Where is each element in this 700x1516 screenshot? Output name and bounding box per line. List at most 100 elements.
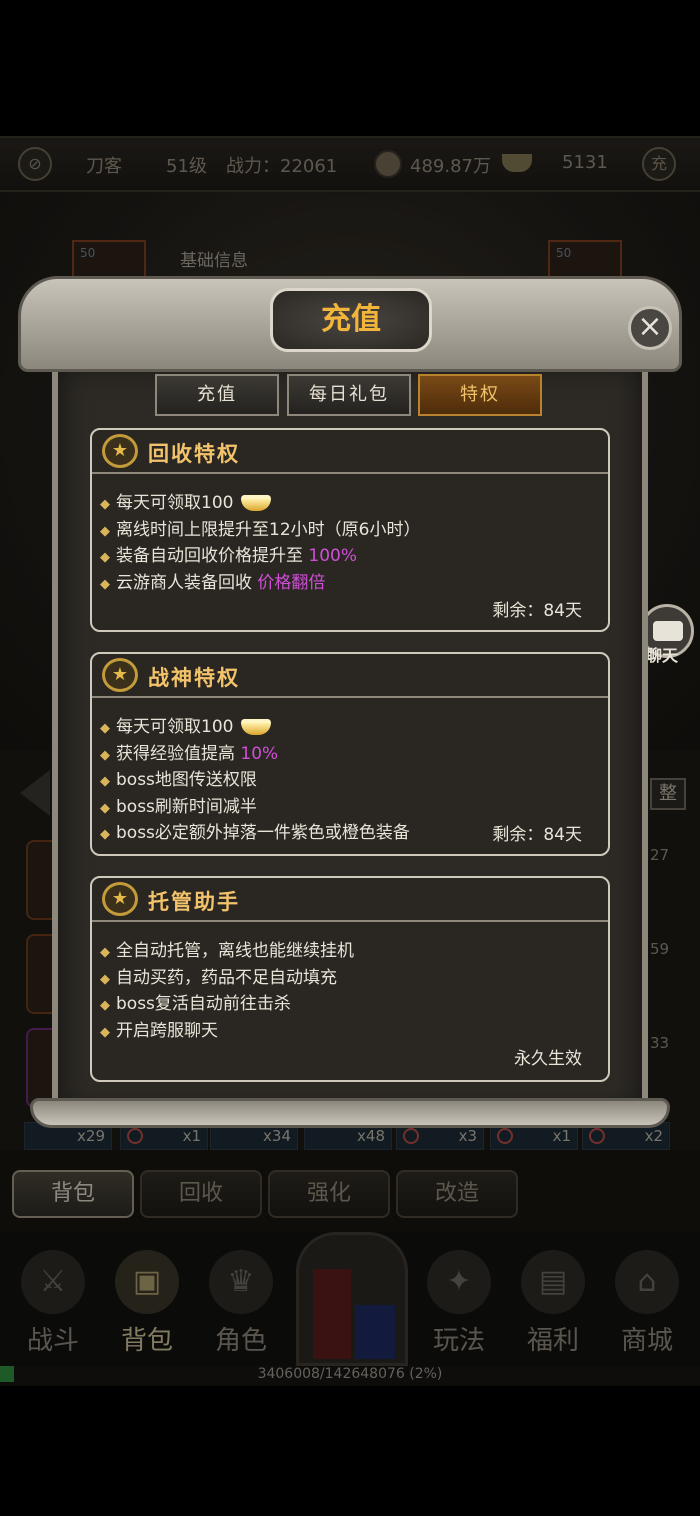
benefit-line: ◆ boss刷新时间减半 [100,792,410,819]
tab-modify[interactable]: 改造 [396,1170,518,1218]
top-status-bar: ⊘ 刀客 51级 战力：22061 489.87万 5131 充 [0,136,700,192]
diamond-bullet-icon: ◆ [100,497,110,512]
nav-battle[interactable]: ⚔ 战斗 [8,1250,98,1360]
nav-label: 背包 [120,1326,173,1356]
experience-bar: 3406008/142648076 (2%) [0,1366,700,1382]
equip-slot-level: 50 [556,246,572,260]
benefit-highlight: 100% [308,546,358,566]
benefit-line: ◆ boss地图传送权限 [100,765,410,792]
card-title: 战神特权 [148,665,240,690]
gate-red-door [313,1269,351,1359]
gate-blue-door [355,1305,395,1359]
portal-gate-button[interactable] [296,1232,408,1366]
privilege-card-auto-assistant: ★ 托管助手 ◆ 全自动托管，离线也能继续挂机 ◆ 自动买药，药品不足自动填充 ◆ b… [90,876,610,1082]
nav-label: 商城 [620,1326,673,1356]
diamond-bullet-icon: ◆ [100,971,110,987]
nav-label: 角色 [214,1326,267,1356]
diamond-bullet-icon: ◆ [100,523,110,539]
locked-icon [403,1128,419,1144]
bag-item-count: 27 [650,846,670,864]
chat-bubble-icon [653,621,683,641]
benefit-line: ◆ 开启跨服聊天 [100,1016,354,1043]
card-header: ★ 回收特权 [92,430,608,474]
card-lines: ◆ 每天可领取100 ◆ 获得经验值提高 10% ◆ boss地图传送权限 ◆ boss… [100,712,410,845]
combat-power: 战力：22061 [226,156,338,177]
nav-label: 福利 [526,1326,579,1356]
player-level: 51级 [166,156,207,177]
tab-daily-gift[interactable]: 每日礼包 [287,374,411,416]
diamond-bullet-icon: ◆ [100,747,110,763]
gold-amount: 5131 [562,152,608,173]
card-lines: ◆ 全自动托管，离线也能继续挂机 ◆ 自动买药，药品不足自动填充 ◆ boss复活自动… [100,936,354,1042]
diamond-bullet-icon: ◆ [100,945,110,960]
benefit-text: 装备自动回收价格提升至 [116,546,309,566]
benefit-line: ◆ 装备自动回收价格提升至 100% [100,541,420,568]
benefit-line: ◆ 获得经验值提高 10% [100,739,410,766]
item-count: x1 [182,1127,201,1145]
nav-bag[interactable]: ▣ 背包 [102,1250,192,1360]
item-count: x34 [263,1127,291,1145]
benefit-text: boss复活自动前往击杀 [116,994,291,1014]
benefit-line: ◆ boss复活自动前往击杀 [100,989,354,1016]
nav-gameplay[interactable]: ✦ 玩法 [414,1250,504,1360]
copper-coin-icon [374,150,402,178]
card-header: ★ 战神特权 [92,654,608,698]
benefit-line: ◆ 云游商人装备回收 价格翻倍 [100,568,420,595]
privilege-card-recycle: ★ 回收特权 ◆ 每天可领取100 ◆ 离线时间上限提升至12小时（原6小时） ◆ 装… [90,428,610,632]
remaining-days: 永久生效 [514,1049,582,1069]
nav-welfare[interactable]: ▤ 福利 [508,1250,598,1360]
privilege-card-war-god: ★ 战神特权 ◆ 每天可领取100 ◆ 获得经验值提高 10% ◆ boss地图传送权… [90,652,610,856]
benefit-line: ◆ boss必定额外掉落一件紫色或橙色装备 [100,818,410,845]
settings-icon[interactable]: ⊘ [18,147,52,181]
benefit-text: 全自动托管，离线也能继续挂机 [116,941,354,961]
tab-recycle[interactable]: 回收 [140,1170,262,1218]
remaining-days: 剩余：84天 [492,825,582,845]
tab-bag[interactable]: 背包 [12,1170,134,1218]
bag-item-count: 33 [650,1034,670,1052]
benefit-text: 开启跨服聊天 [116,1020,218,1041]
benefit-text: boss地图传送权限 [116,770,257,790]
locked-icon [589,1128,605,1144]
sword-slash-icon: ✦ [427,1250,491,1314]
benefit-line: ◆ 离线时间上限提升至12小时（原6小时） [100,515,420,542]
nav-label: 玩法 [432,1326,485,1356]
benefit-text: 云游商人装备回收 [116,572,258,593]
benefit-line: ◆ 每天可领取100 [100,488,420,515]
bottom-navigation: ⚔ 战斗 ▣ 背包 ♛ 角色 ✦ 玩法 ▤ 福利 ⌂ 商城 [0,1232,700,1366]
modal-title: 充值 [270,288,432,352]
tab-strengthen[interactable]: 强化 [268,1170,390,1218]
diamond-bullet-icon: ◆ [100,774,110,789]
recharge-shortcut-button[interactable]: 充 [642,147,676,181]
benefit-line: ◆ 自动买药，药品不足自动填充 [100,963,354,990]
item-count: x2 [644,1127,663,1145]
locked-icon [497,1128,513,1144]
copper-amount: 489.87万 [410,156,491,177]
star-medal-icon: ★ [102,434,138,468]
equip-slot-level: 50 [80,246,96,260]
shop-building-icon: ⌂ [615,1250,679,1314]
base-info-label[interactable]: 基础信息 [180,246,248,271]
diamond-bullet-icon: ◆ [100,576,110,592]
sort-button[interactable]: 整 [650,778,686,810]
helmet-icon: ♛ [209,1250,273,1314]
benefit-highlight: 10% [240,743,279,764]
prev-arrow-icon[interactable] [20,770,50,816]
benefit-line: ◆ 全自动托管，离线也能继续挂机 [100,936,354,963]
close-button[interactable]: × [628,306,672,350]
diamond-bullet-icon: ◆ [100,998,110,1013]
tab-recharge[interactable]: 充值 [155,374,279,416]
nav-character[interactable]: ♛ 角色 [196,1250,286,1360]
bag-function-tabs: 背包 回收 强化 改造 [0,1150,700,1232]
diamond-bullet-icon: ◆ [100,550,110,565]
diamond-bullet-icon: ◆ [100,827,110,842]
tab-privilege[interactable]: 特权 [418,374,542,416]
backpack-icon: ▣ [115,1250,179,1314]
benefit-highlight: 价格翻倍 [257,572,326,593]
gold-ingot-icon [502,154,532,172]
gold-ingot-icon [241,495,272,511]
star-medal-icon: ★ [102,882,138,916]
crossed-swords-icon: ⚔ [21,1250,85,1314]
nav-shop[interactable]: ⌂ 商城 [602,1250,692,1360]
card-header: ★ 托管助手 [92,878,608,922]
benefit-text: 获得经验值提高 [116,743,241,764]
